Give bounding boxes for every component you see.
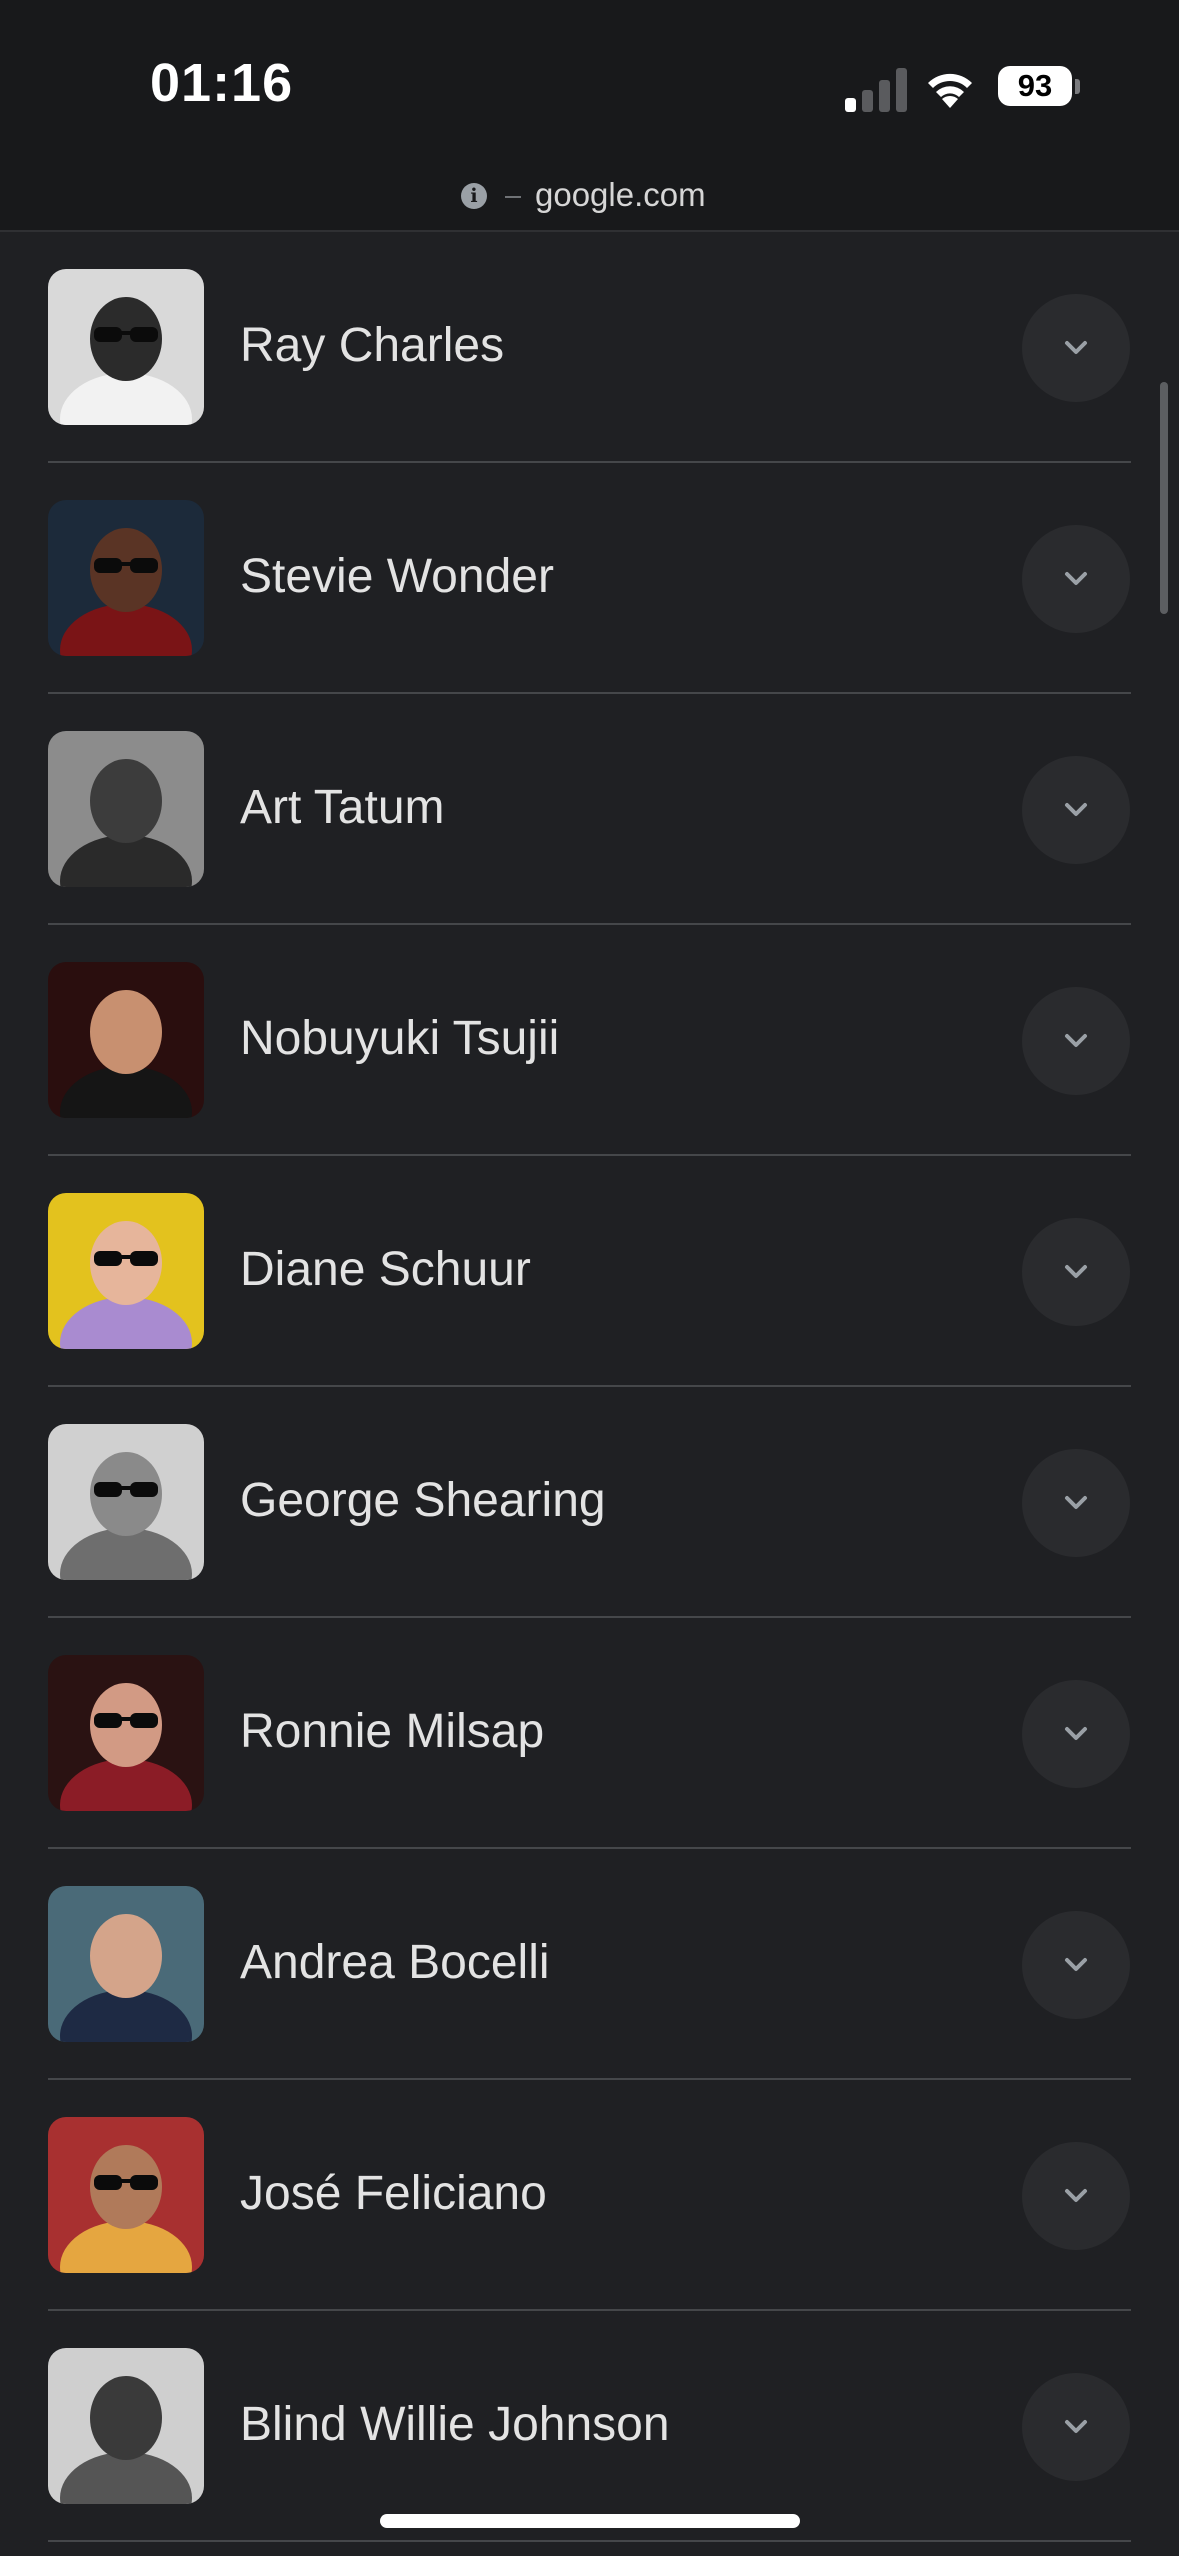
artist-name[interactable]: George Shearing (240, 1473, 606, 1528)
result-row[interactable]: Ray Charles (0, 232, 1179, 463)
result-row[interactable]: Diane Schuur (0, 1156, 1179, 1387)
artist-name[interactable]: Blind Willie Johnson (240, 2397, 670, 2452)
url-text[interactable]: google.com (535, 176, 706, 214)
status-time: 01:16 (150, 53, 294, 113)
url-separator (505, 196, 521, 198)
expand-button[interactable] (1022, 756, 1130, 864)
artist-photo[interactable] (48, 1655, 204, 1811)
result-row[interactable]: Blind Willie Johnson (0, 2311, 1179, 2542)
chevron-down-icon (1065, 2189, 1087, 2202)
chevron-down-icon (1065, 2420, 1087, 2433)
artist-name[interactable]: Ray Charles (240, 318, 504, 373)
url-bar[interactable]: i google.com (0, 170, 1179, 232)
status-bar: 01:16 93 (0, 0, 1179, 176)
chevron-down-icon (1065, 1496, 1087, 1509)
artist-photo[interactable] (48, 962, 204, 1118)
result-row[interactable]: Andrea Bocelli (0, 1849, 1179, 2080)
row-divider (48, 2540, 1131, 2542)
expand-button[interactable] (1022, 1680, 1130, 1788)
chevron-down-icon (1065, 1958, 1087, 1971)
chevron-down-icon (1065, 1265, 1087, 1278)
artist-photo[interactable] (48, 269, 204, 425)
battery-tip-icon (1075, 79, 1080, 94)
artist-name[interactable]: Nobuyuki Tsujii (240, 1011, 559, 1066)
home-indicator[interactable] (380, 2514, 800, 2528)
artist-name[interactable]: Stevie Wonder (240, 549, 554, 604)
chevron-down-icon (1065, 1727, 1087, 1740)
result-row[interactable]: Stevie Wonder (0, 463, 1179, 694)
artist-name[interactable]: José Feliciano (240, 2166, 547, 2221)
artist-photo[interactable] (48, 1424, 204, 1580)
artist-name[interactable]: Ronnie Milsap (240, 1704, 544, 1759)
expand-button[interactable] (1022, 1449, 1130, 1557)
artist-photo[interactable] (48, 2348, 204, 2504)
results-list: Ray Charles Stevie Wonder Art Tatum Nobuyuk… (0, 232, 1179, 2542)
artist-name[interactable]: Art Tatum (240, 780, 445, 835)
info-icon[interactable]: i (461, 183, 487, 209)
artist-photo[interactable] (48, 1193, 204, 1349)
expand-button[interactable] (1022, 987, 1130, 1095)
artist-photo[interactable] (48, 2117, 204, 2273)
expand-button[interactable] (1022, 1911, 1130, 2019)
expand-button[interactable] (1022, 525, 1130, 633)
artist-photo[interactable] (48, 731, 204, 887)
chevron-down-icon (1065, 341, 1087, 354)
chevron-down-icon (1065, 1034, 1087, 1047)
artist-name[interactable]: Diane Schuur (240, 1242, 531, 1297)
expand-button[interactable] (1022, 2142, 1130, 2250)
artist-photo[interactable] (48, 500, 204, 656)
result-row[interactable]: Art Tatum (0, 694, 1179, 925)
artist-name[interactable]: Andrea Bocelli (240, 1935, 550, 1990)
result-row[interactable]: George Shearing (0, 1387, 1179, 1618)
result-row[interactable]: Ronnie Milsap (0, 1618, 1179, 1849)
expand-button[interactable] (1022, 1218, 1130, 1326)
chevron-down-icon (1065, 572, 1087, 585)
expand-button[interactable] (1022, 2373, 1130, 2481)
chevron-down-icon (1065, 803, 1087, 816)
cellular-signal-icon (845, 68, 907, 112)
wifi-icon (925, 66, 975, 110)
artist-photo[interactable] (48, 1886, 204, 2042)
battery-indicator: 93 (998, 66, 1072, 106)
result-row[interactable]: José Feliciano (0, 2080, 1179, 2311)
result-row[interactable]: Nobuyuki Tsujii (0, 925, 1179, 1156)
scrollbar[interactable] (1160, 382, 1168, 614)
expand-button[interactable] (1022, 294, 1130, 402)
